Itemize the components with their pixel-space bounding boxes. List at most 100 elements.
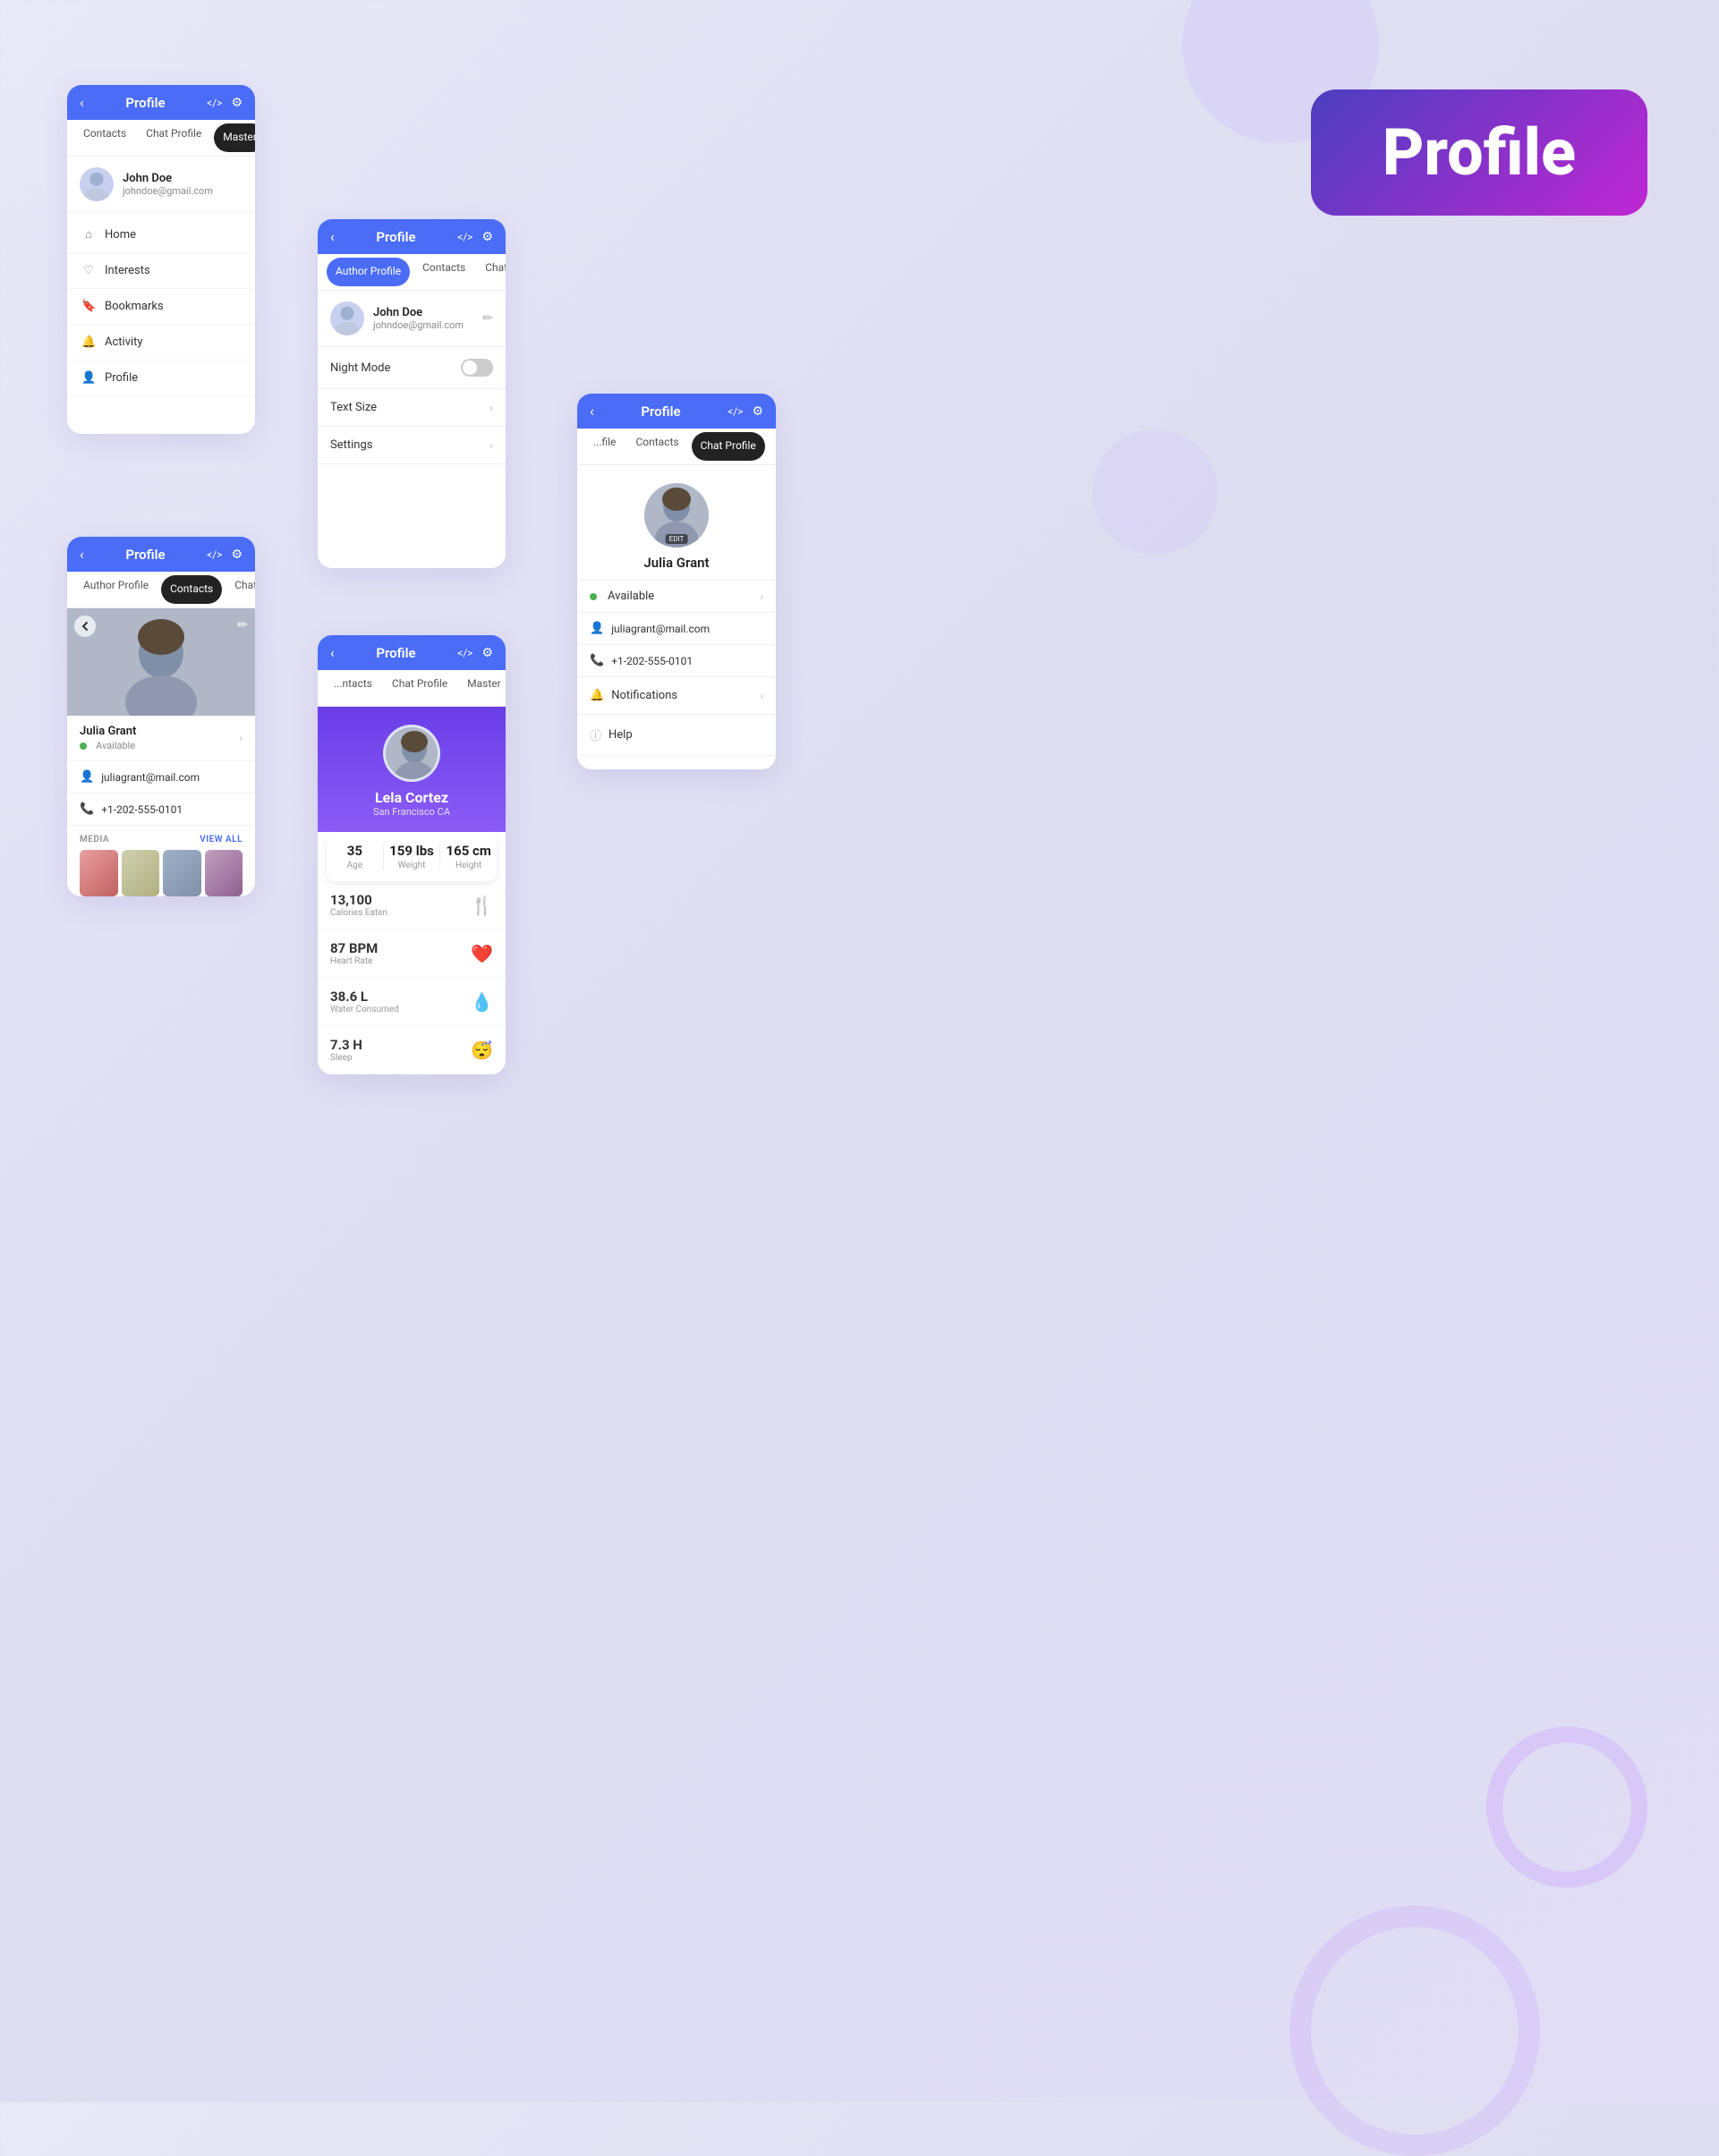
card3-thumb-1[interactable] (80, 850, 118, 896)
card5-phone-row: 📞 +1-202-555-0101 (577, 645, 776, 677)
back-arrow-icon (74, 615, 96, 637)
card3-banner: ✏ (67, 608, 255, 716)
card4-title: Profile (376, 645, 415, 661)
card3-tab-contacts[interactable]: Contacts (161, 575, 222, 604)
card3-tab-bar: Author Profile Contacts Chat Profile Mas… (67, 572, 255, 608)
card5-help-row[interactable]: ⓘ Help (577, 715, 776, 756)
card3-thumb-2[interactable] (122, 850, 160, 896)
card4-metric-heartrate-info: 87 BPM Heart Rate (330, 940, 378, 966)
activity-icon: 🔔 (81, 335, 96, 349)
card1-nav-interests[interactable]: ♡ Interests (67, 253, 255, 289)
card3-user-status: Available (96, 740, 135, 751)
card1-title: Profile (125, 95, 165, 111)
card1-nav-activity-label: Activity (105, 335, 143, 349)
card3-thumb-4[interactable] (205, 850, 243, 896)
card5-settings-icon[interactable]: ⚙ (752, 404, 763, 419)
card1-back-button[interactable]: ‹ (80, 94, 84, 111)
card4-code-icon[interactable]: </> (457, 647, 472, 659)
card5-status-arrow: › (760, 590, 763, 603)
card-author-profile: ‹ Profile </> ⚙ Author Profile Contacts … (318, 219, 506, 568)
card4-metric-sleep: 7.3 H Sleep 😴 (318, 1026, 506, 1074)
card2-code-icon[interactable]: </> (457, 231, 472, 243)
card5-code-icon[interactable]: </> (728, 405, 743, 418)
card2-user-avatar (330, 301, 364, 335)
card1-settings-icon[interactable]: ⚙ (231, 96, 243, 110)
card2-text-size-label: Text Size (330, 401, 377, 414)
card3-settings-icon[interactable]: ⚙ (231, 547, 243, 562)
card2-edit-icon[interactable]: ✏ (482, 311, 493, 326)
card4-tab-bar: ...ntacts Chat Profile Master Health Pro… (318, 670, 506, 707)
card5-chat-avatar: EDIT (644, 483, 709, 547)
card1-tab-master[interactable]: Master (214, 123, 255, 152)
card1-nav-list: ⌂ Home ♡ Interests 🔖 Bookmarks 🔔 Activit… (67, 213, 255, 400)
card1-nav-home[interactable]: ⌂ Home (67, 216, 255, 253)
card1-nav-activity[interactable]: 🔔 Activity (67, 325, 255, 361)
card5-status-row[interactable]: Available › (577, 581, 776, 613)
card3-banner-edit[interactable]: ✏ (237, 615, 248, 632)
card4-back-button[interactable]: ‹ (330, 644, 335, 661)
card1-code-icon[interactable]: </> (207, 97, 222, 109)
card4-stat-age: 35 Age (327, 843, 384, 870)
card5-email-row: 👤 juliagrant@mail.com (577, 613, 776, 645)
card4-settings-icon[interactable]: ⚙ (481, 646, 493, 660)
card5-tab-chat[interactable]: Chat Profile (692, 432, 765, 461)
card4-calories-val: 13,100 (330, 892, 387, 908)
deco-circle-right-bottom (1486, 1727, 1647, 1888)
card2-settings-arrow: › (489, 439, 493, 452)
card5-status-label: Available (608, 590, 654, 603)
card4-stat-weight: 159 lbs Weight (384, 843, 441, 870)
card4-health-location: San Francisco CA (373, 806, 450, 818)
card2-text-size-row[interactable]: Text Size › (318, 389, 506, 427)
card4-metric-water-info: 38.6 L Water Consumed (330, 989, 399, 1014)
card5-tab-bar: ...file Contacts Chat Profile Master Hea… (577, 429, 776, 465)
card1-tab-contacts[interactable]: Contacts (74, 120, 135, 156)
card4-sleep-label: Sleep (330, 1053, 362, 1063)
card2-settings-icon[interactable]: ⚙ (481, 230, 493, 244)
card4-tab-contacts[interactable]: ...ntacts (325, 670, 381, 706)
card5-edit-badge[interactable]: EDIT (666, 534, 688, 544)
interests-icon: ♡ (81, 264, 96, 277)
card4-weight-val: 159 lbs (384, 843, 440, 859)
card2-night-mode-toggle[interactable] (461, 359, 493, 377)
card3-view-all[interactable]: VIEW ALL (200, 835, 243, 845)
card3-tab-chat[interactable]: Chat Profile (226, 572, 255, 607)
card3-banner-back[interactable] (74, 615, 96, 641)
card2-back-button[interactable]: ‹ (330, 228, 335, 245)
card4-header-icons: </> ⚙ (457, 646, 493, 660)
card5-tab-contacts[interactable]: Contacts (626, 429, 687, 464)
card3-thumb-3[interactable] (163, 850, 201, 896)
card2-toggle-knob (463, 361, 477, 375)
card2-user-row: John Doe johndoe@gmail.com ✏ (318, 291, 506, 347)
card5-notifications-row[interactable]: 🔔 Notifications › (577, 677, 776, 715)
card3-back-button[interactable]: ‹ (80, 546, 84, 563)
card1-nav-profile[interactable]: 👤 Profile (67, 361, 255, 396)
card4-metric-sleep-info: 7.3 H Sleep (330, 1037, 362, 1063)
card2-settings-row[interactable]: Settings › (318, 427, 506, 464)
card3-phone-icon: 📞 (80, 802, 94, 816)
card3-code-icon[interactable]: </> (207, 548, 222, 561)
card4-metric-heartrate: 87 BPM Heart Rate ❤️ (318, 929, 506, 978)
card2-tab-author[interactable]: Author Profile (327, 258, 410, 286)
card4-tab-chat[interactable]: Chat Profile (383, 670, 456, 706)
card-chat-profile: ‹ Profile </> ⚙ ...file Contacts Chat Pr… (577, 394, 776, 769)
card5-back-button[interactable]: ‹ (590, 403, 594, 420)
card5-status-dot (590, 593, 597, 600)
card5-tab-master[interactable]: Master (769, 429, 776, 464)
card5-email: juliagrant@mail.com (611, 623, 710, 635)
card4-health-name: Lela Cortez (375, 789, 448, 806)
card1-user-info: John Doe johndoe@gmail.com (123, 172, 213, 197)
card3-status-dot (80, 743, 87, 750)
card1-nav-bookmarks[interactable]: 🔖 Bookmarks (67, 289, 255, 325)
card2-night-mode-row: Night Mode (318, 347, 506, 389)
card5-header: ‹ Profile </> ⚙ (577, 394, 776, 429)
card5-status-wrap: Available (590, 590, 654, 603)
card2-tab-chat[interactable]: Chat Profile (476, 254, 506, 290)
card4-tab-master[interactable]: Master (458, 670, 506, 706)
card3-tab-author[interactable]: Author Profile (74, 572, 157, 607)
card3-header: ‹ Profile </> ⚙ (67, 537, 255, 572)
card1-tab-chat[interactable]: Chat Profile (137, 120, 210, 156)
card2-tab-bar: Author Profile Contacts Chat Profile Mas… (318, 254, 506, 291)
card5-tab-file[interactable]: ...file (584, 429, 625, 464)
card2-tab-contacts[interactable]: Contacts (413, 254, 474, 290)
card2-user-name: John Doe (373, 306, 464, 319)
